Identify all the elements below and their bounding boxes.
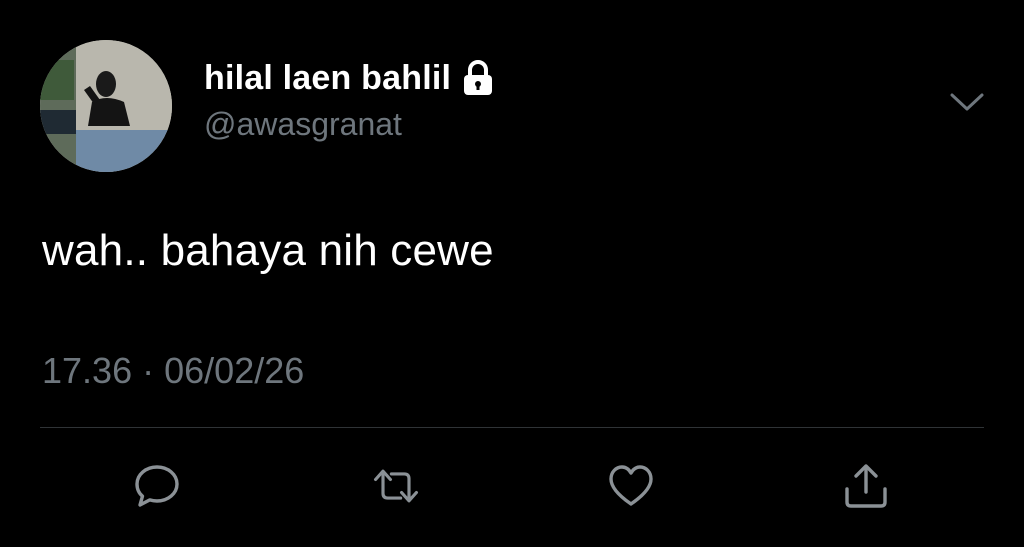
chevron-down-icon[interactable]: [948, 86, 986, 116]
tweet-time[interactable]: 17.36: [42, 350, 132, 391]
retweet-icon: [373, 469, 419, 503]
tweet-timestamp: 17.36 · 06/02/26: [42, 350, 304, 392]
share-icon: [845, 464, 887, 508]
reply-button[interactable]: [131, 460, 183, 512]
retweet-button[interactable]: [370, 460, 422, 512]
share-button[interactable]: [840, 460, 892, 512]
display-name[interactable]: hilal laen bahlil: [204, 59, 451, 98]
timestamp-separator: ·: [142, 350, 155, 391]
author-name-row: hilal laen bahlil: [204, 56, 495, 100]
tweet-text: wah.. bahaya nih cewe: [42, 226, 494, 275]
heart-icon: [609, 465, 653, 506]
like-button[interactable]: [605, 460, 657, 512]
username-handle[interactable]: @awasgranat: [204, 106, 402, 143]
avatar[interactable]: [40, 40, 172, 172]
divider: [40, 427, 984, 428]
reply-icon: [135, 465, 179, 507]
avatar-image: [40, 40, 172, 172]
tweet-date[interactable]: 06/02/26: [164, 350, 304, 391]
lock-icon: [461, 59, 495, 97]
